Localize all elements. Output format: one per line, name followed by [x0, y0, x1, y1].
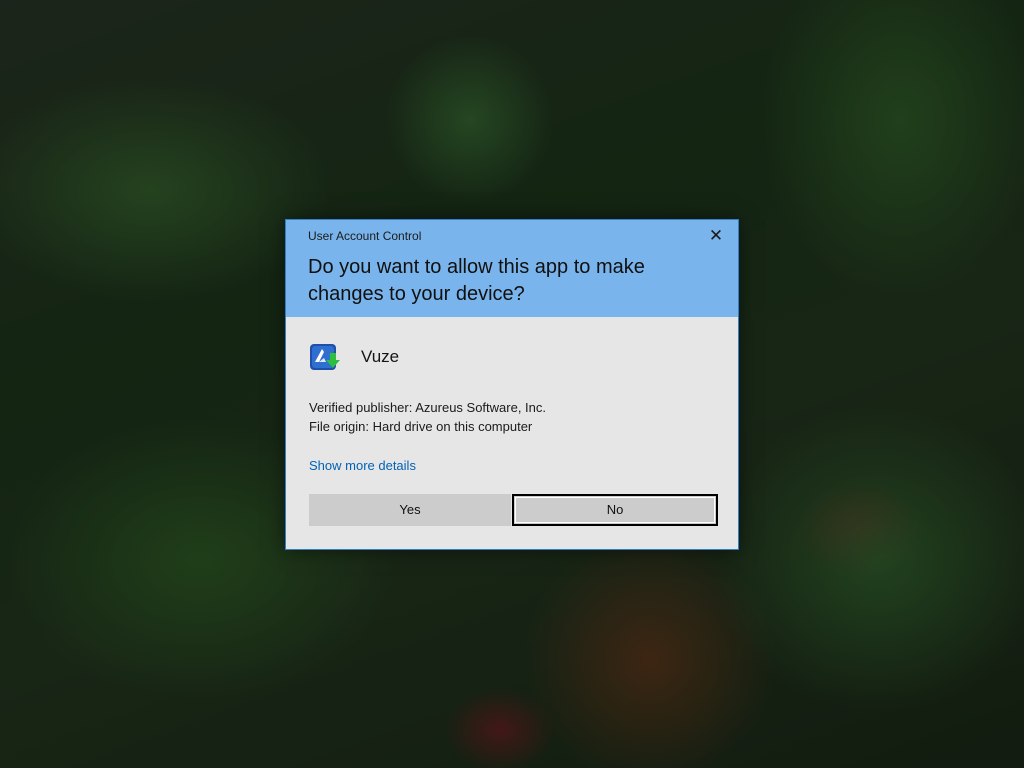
verified-publisher-text: Verified publisher: Azureus Software, In…: [309, 400, 547, 415]
uac-dialog: User Account Control ✕ Do you want to al…: [285, 219, 739, 550]
dialog-title: User Account Control: [308, 229, 422, 243]
app-name: Vuze: [361, 347, 400, 366]
file-origin-text: File origin: Hard drive on this computer: [309, 419, 533, 434]
uac-question: Do you want to allow this app to make ch…: [308, 256, 645, 305]
desktop-wallpaper: User Account Control ✕ Do you want to al…: [0, 0, 1024, 768]
uac-header: User Account Control ✕ Do you want to al…: [286, 220, 738, 317]
show-more-details-link[interactable]: Show more details: [309, 458, 416, 473]
close-icon[interactable]: ✕: [704, 226, 728, 246]
app-row: Vuze: [309, 343, 399, 371]
vuze-logo-icon: [309, 343, 343, 371]
no-button[interactable]: No: [512, 494, 718, 526]
yes-button[interactable]: Yes: [309, 494, 511, 526]
